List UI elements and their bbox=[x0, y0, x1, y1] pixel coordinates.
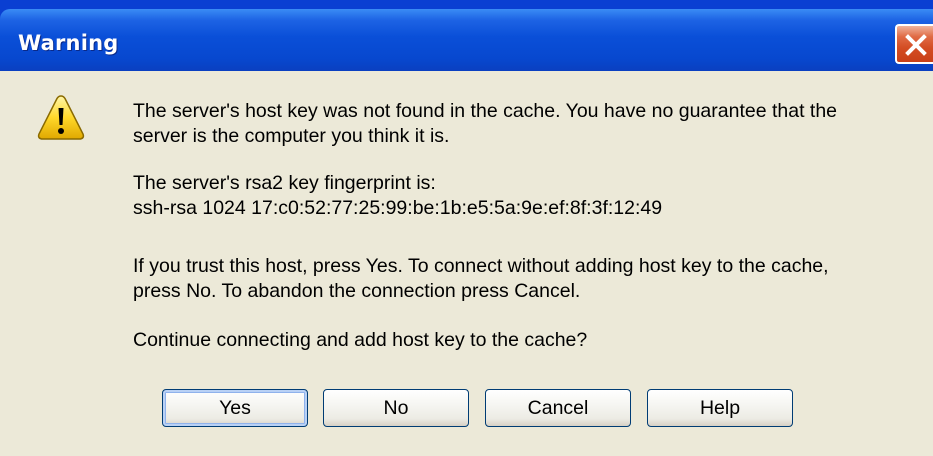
window-title: Warning bbox=[18, 31, 119, 55]
no-button[interactable]: No bbox=[323, 389, 469, 427]
fingerprint-label: The server's rsa2 key fingerprint is: bbox=[133, 172, 436, 194]
close-button[interactable] bbox=[895, 24, 933, 64]
help-button[interactable]: Help bbox=[647, 389, 793, 427]
cancel-button-label: Cancel bbox=[527, 397, 589, 419]
question-text: Continue connecting and add host key to … bbox=[133, 329, 588, 351]
warning-dialog: Warning The server's host key was not fo… bbox=[0, 0, 933, 456]
warning-icon bbox=[37, 95, 85, 140]
fingerprint-value: ssh-rsa 1024 17:c0:52:77:25:99:be:1b:e5:… bbox=[133, 197, 663, 219]
title-bar[interactable]: Warning bbox=[0, 9, 933, 71]
help-button-label: Help bbox=[699, 397, 741, 419]
yes-button[interactable]: Yes bbox=[162, 389, 308, 427]
cancel-button[interactable]: Cancel bbox=[485, 389, 631, 427]
message-line-1: The server's host key was not found in t… bbox=[133, 100, 838, 122]
close-icon bbox=[905, 34, 927, 56]
no-button-label: No bbox=[383, 397, 409, 419]
message-line-5: If you trust this host, press Yes. To co… bbox=[133, 255, 829, 277]
dialog-body: The server's host key was not found in t… bbox=[0, 71, 933, 456]
message-line-2: server is the computer you think it is. bbox=[133, 125, 450, 147]
message-line-6: press No. To abandon the connection pres… bbox=[133, 280, 581, 302]
yes-button-label: Yes bbox=[219, 397, 251, 419]
